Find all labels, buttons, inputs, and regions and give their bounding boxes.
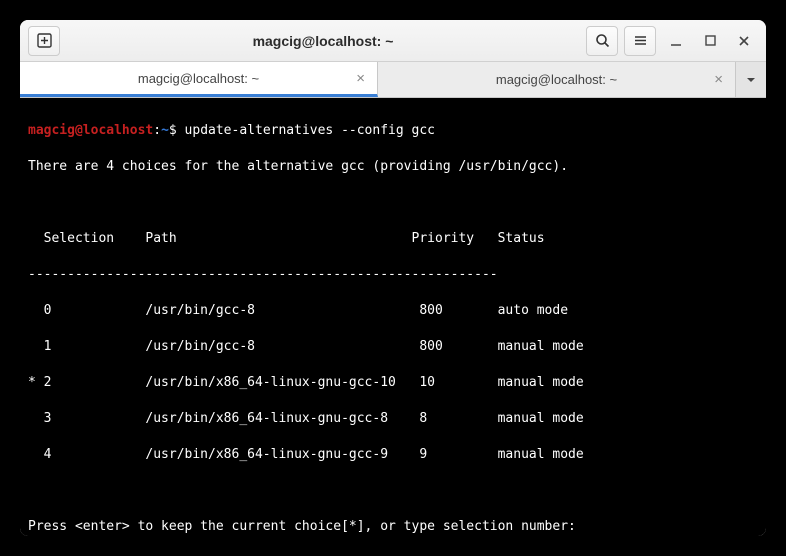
tab-2[interactable]: magcig@localhost: ~ ×: [378, 62, 736, 97]
terminal-window: magcig@localhost: ~ magcig@localhost:: [20, 20, 766, 536]
terminal-area[interactable]: magcig@localhost:~$ update-alternatives …: [20, 98, 766, 536]
table-row: 4 /usr/bin/x86_64-linux-gnu-gcc-9 9 manu…: [28, 446, 758, 464]
menu-button[interactable]: [624, 26, 656, 56]
command-text: update-alternatives --config gcc: [185, 123, 435, 138]
table-separator: ----------------------------------------…: [28, 266, 758, 284]
tab-close-button[interactable]: ×: [356, 70, 365, 87]
table-header: Selection Path Priority Status: [28, 230, 758, 248]
prompt-path: ~: [161, 123, 169, 138]
table-row: * 2 /usr/bin/x86_64-linux-gnu-gcc-10 10 …: [28, 374, 758, 392]
tab-label: magcig@localhost: ~: [496, 72, 617, 87]
tab-close-button[interactable]: ×: [714, 71, 723, 88]
search-icon: [595, 33, 610, 48]
table-row: 1 /usr/bin/gcc-8 800 manual mode: [28, 338, 758, 356]
tab-menu-button[interactable]: [736, 62, 766, 97]
tab-1[interactable]: magcig@localhost: ~ ×: [20, 62, 378, 97]
output-intro: There are 4 choices for the alternative …: [28, 158, 758, 176]
search-button[interactable]: [586, 26, 618, 56]
close-window-button[interactable]: [730, 27, 758, 55]
minimize-icon: [670, 35, 682, 47]
caret-down-icon: [746, 75, 756, 85]
window-title: magcig@localhost: ~: [66, 33, 580, 49]
output-blank: [28, 482, 758, 500]
table-row: 0 /usr/bin/gcc-8 800 auto mode: [28, 302, 758, 320]
plus-box-icon: [37, 33, 52, 48]
output-blank: [28, 194, 758, 212]
prompt-line: magcig@localhost:~$ update-alternatives …: [28, 122, 758, 140]
prompt-dollar: $: [169, 123, 177, 138]
output-footer: Press <enter> to keep the current choice…: [28, 518, 758, 536]
prompt-colon: :: [153, 123, 161, 138]
titlebar: magcig@localhost: ~: [20, 20, 766, 62]
new-tab-button[interactable]: [28, 26, 60, 56]
tabbar: magcig@localhost: ~ × magcig@localhost: …: [20, 62, 766, 98]
close-icon: [738, 35, 750, 47]
table-row: 3 /usr/bin/x86_64-linux-gnu-gcc-8 8 manu…: [28, 410, 758, 428]
minimize-button[interactable]: [662, 27, 690, 55]
prompt-user-host: magcig@localhost: [28, 123, 153, 138]
maximize-icon: [705, 35, 716, 46]
tab-label: magcig@localhost: ~: [138, 71, 259, 86]
hamburger-icon: [633, 33, 648, 48]
maximize-button[interactable]: [696, 27, 724, 55]
